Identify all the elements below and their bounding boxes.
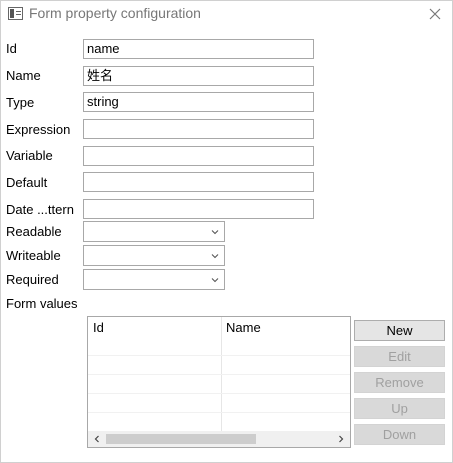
scroll-left-icon[interactable] [92, 434, 102, 444]
form-values-table[interactable]: Id Name [87, 316, 351, 448]
chevron-down-icon [211, 230, 219, 235]
name-field[interactable]: 姓名 [83, 66, 314, 86]
dialog-title: Form property configuration [29, 5, 201, 21]
new-button[interactable]: New [354, 320, 445, 341]
close-button[interactable] [425, 4, 445, 24]
horizontal-scrollbar[interactable] [88, 431, 350, 447]
column-header-name[interactable]: Name [226, 320, 261, 335]
chevron-down-icon [211, 254, 219, 259]
writeable-combo[interactable] [83, 245, 225, 266]
up-button[interactable]: Up [354, 398, 445, 419]
id-label: Id [6, 41, 17, 56]
default-field[interactable] [83, 172, 314, 192]
row-divider [88, 393, 350, 394]
type-field[interactable]: string [83, 92, 314, 112]
chevron-down-icon [211, 278, 219, 283]
row-divider [88, 355, 350, 356]
form-values-label: Form values [6, 296, 78, 311]
readable-label: Readable [6, 224, 62, 239]
title-bar: Form property configuration [1, 1, 452, 27]
row-divider [88, 412, 350, 413]
window-icon [8, 7, 23, 20]
name-label: Name [6, 68, 41, 83]
variable-field[interactable] [83, 146, 314, 166]
form-property-dialog: Form property configuration Id name Name… [0, 0, 453, 463]
column-header-id[interactable]: Id [93, 320, 104, 335]
date-pattern-label: Date ...ttern [6, 202, 74, 217]
scroll-right-icon[interactable] [336, 434, 346, 444]
down-button[interactable]: Down [354, 424, 445, 445]
required-combo[interactable] [83, 269, 225, 290]
required-label: Required [6, 272, 59, 287]
readable-combo[interactable] [83, 221, 225, 242]
default-label: Default [6, 175, 48, 190]
expression-label: Expression [6, 122, 71, 137]
writeable-label: Writeable [6, 248, 61, 263]
type-label: Type [6, 95, 35, 110]
variable-label: Variable [6, 148, 53, 163]
remove-button[interactable]: Remove [354, 372, 445, 393]
table-header: Id Name [88, 317, 350, 339]
expression-field[interactable] [83, 119, 314, 139]
scrollbar-thumb[interactable] [106, 434, 256, 444]
id-field[interactable]: name [83, 39, 314, 59]
date-pattern-field[interactable] [83, 199, 314, 219]
edit-button[interactable]: Edit [354, 346, 445, 367]
close-icon [429, 8, 441, 20]
row-divider [88, 374, 350, 375]
